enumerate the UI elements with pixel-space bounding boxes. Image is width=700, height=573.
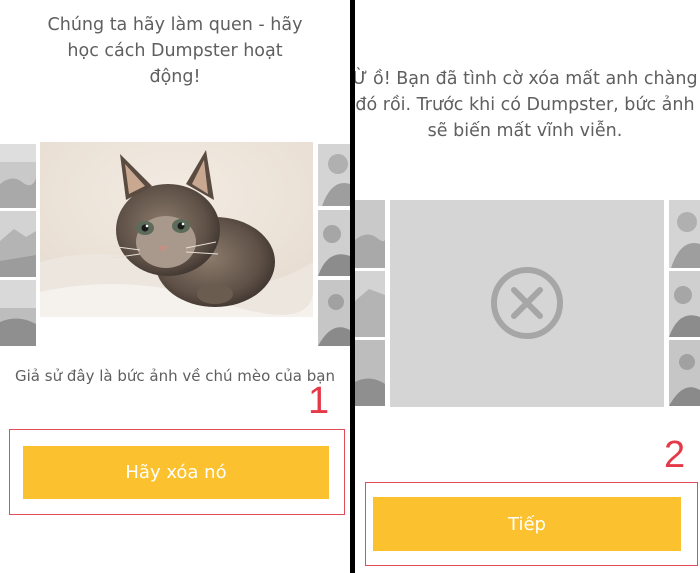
heading-line: Ừ ồ! Bạn đã tình cờ xóa mất anh chàng (355, 69, 698, 89)
step-number: 2 (664, 434, 686, 476)
thumbnail-image (669, 340, 700, 406)
photo-caption: Giả sử đây là bức ảnh về chú mèo của bạn (15, 367, 335, 385)
deleted-screen: Ừ ồ! Bạn đã tình cờ xóa mất anh chàng đó… (355, 0, 700, 573)
next-button[interactable]: Tiếp (373, 497, 681, 551)
thumbnail-image (355, 200, 385, 268)
heading-line: học cách Dumpster hoạt (67, 41, 283, 61)
delete-photo-button[interactable]: Hãy xóa nó (23, 446, 329, 499)
heading-line: Chúng ta hãy làm quen - hãy (47, 15, 303, 35)
thumbnail-image (0, 211, 36, 277)
thumbnail-image (0, 280, 36, 346)
thumbnail-image (669, 271, 700, 337)
close-circle-icon (491, 267, 563, 339)
intro-screen: Chúng ta hãy làm quen - hãy học cách Dum… (0, 0, 350, 573)
thumbnail-image (318, 144, 350, 206)
step-number: 1 (308, 380, 330, 422)
thumbnail-image (669, 200, 700, 268)
deleted-photo-placeholder (390, 200, 664, 407)
deleted-heading: Ừ ồ! Bạn đã tình cờ xóa mất anh chàng đó… (355, 66, 700, 144)
thumbnail-image (318, 210, 350, 276)
heading-line: đó rồi. Trước khi có Dumpster, bức ảnh (355, 95, 695, 115)
thumbnail-image (355, 340, 385, 406)
intro-heading: Chúng ta hãy làm quen - hãy học cách Dum… (0, 12, 350, 90)
kitten-photo (40, 142, 313, 317)
thumbnail-image (318, 280, 350, 346)
thumbnail-image (355, 271, 385, 337)
heading-line: sẽ biến mất vĩnh viễn. (427, 121, 623, 141)
thumbnail-image (0, 144, 36, 208)
heading-line: động! (149, 67, 201, 87)
